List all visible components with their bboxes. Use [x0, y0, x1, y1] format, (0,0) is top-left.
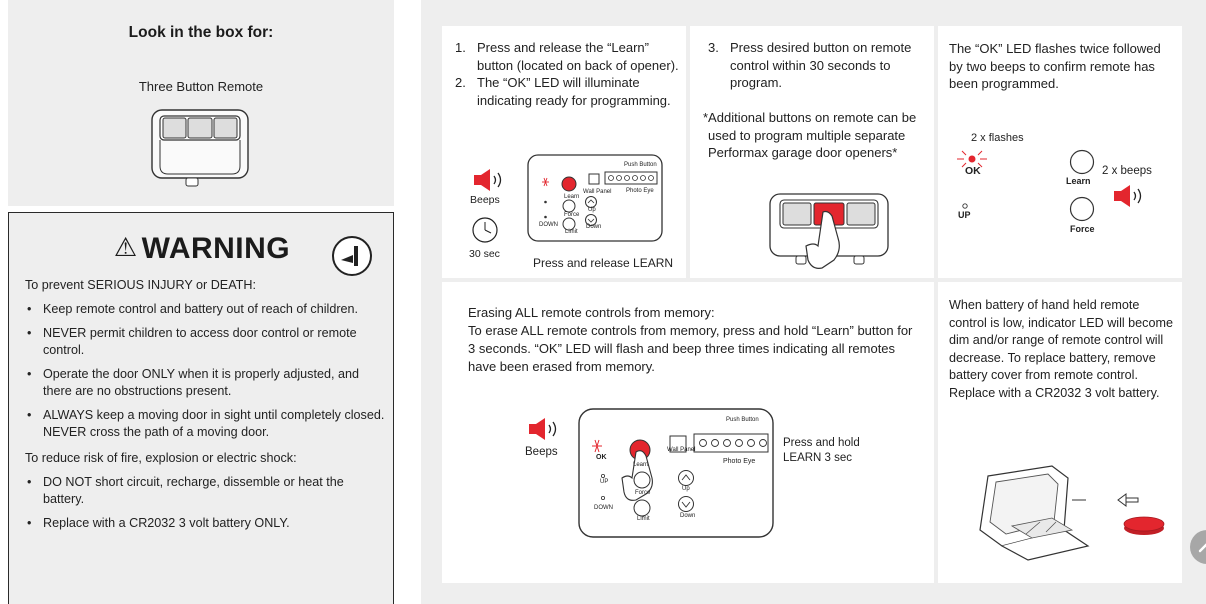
- warning-intro-injury: To prevent SERIOUS INJURY or DEATH:: [25, 278, 256, 292]
- up-led-icon: [962, 203, 968, 209]
- warning-list-fire: DO NOT short circuit, recharge, dissembl…: [25, 474, 385, 532]
- list-item: Operate the door ONLY when it is properl…: [25, 366, 385, 400]
- force-button-icon: [1069, 196, 1095, 222]
- beeps-label: 2 x beeps: [1102, 165, 1152, 177]
- speaker-icon: [474, 169, 502, 191]
- list-item: Replace with a CR2032 3 volt battery ONL…: [25, 515, 385, 532]
- step-1: 1. Press and release the “Learn” button (…: [455, 39, 680, 74]
- list-item: Keep remote control and battery out of r…: [25, 301, 385, 318]
- step-1-caption: Press and release LEARN: [533, 256, 674, 270]
- board-photo-eye-label: Photo Eye: [626, 188, 654, 194]
- erase-caption-line2: LEARN 3 sec: [783, 452, 853, 464]
- step-text: The “OK” LED will illuminate indicating …: [477, 75, 671, 108]
- left-column: Look in the box for: Three Button Remote…: [8, 0, 394, 604]
- board-learn-label: Learn: [633, 462, 649, 468]
- board-force-label: Force: [635, 490, 651, 496]
- list-item: NEVER permit children to access door con…: [25, 325, 385, 359]
- battery-text: When battery of hand held remote control…: [949, 298, 1173, 400]
- list-item: ALWAYS keep a moving door in sight until…: [25, 407, 385, 441]
- box-subtitle: Three Button Remote: [138, 79, 264, 94]
- board-ok-label: OK: [596, 454, 607, 461]
- up-label: UP: [958, 210, 971, 220]
- timer-label: 30 sec: [469, 248, 500, 260]
- step-text: Press and release the “Learn” button (lo…: [477, 40, 679, 73]
- board-wall-panel-label: Wall Panel: [667, 447, 696, 453]
- board-up-led-label: UP: [600, 479, 609, 485]
- erase-title: Erasing ALL remote controls from memory:: [468, 305, 715, 320]
- battery-replacement-image: [979, 465, 1165, 561]
- board-wall-panel-label: Wall Panel: [583, 189, 612, 195]
- speaker-icon: [529, 418, 557, 440]
- step-number: 3.: [708, 40, 719, 55]
- warning-panel: ⚠ WARNING To prevent SERIOUS INJURY or DE…: [8, 212, 394, 604]
- box-title: Look in the box for:: [128, 24, 274, 41]
- beeps-label: Beeps: [470, 194, 500, 206]
- door-icon: [332, 236, 372, 276]
- step-list: 1. Press and release the “Learn” button (…: [455, 39, 680, 109]
- battery-cell: When battery of hand held remote control…: [938, 282, 1182, 583]
- step-2: 2. The “OK” LED will illuminate indicatin…: [455, 74, 680, 109]
- board-limit-label: Limit: [637, 516, 650, 522]
- timer-icon: [472, 217, 498, 243]
- board-limit-label: Limit: [565, 229, 578, 235]
- warning-intro-fire: To reduce risk of fire, explosion or ele…: [25, 451, 297, 465]
- step-text: Press desired button on remote control w…: [730, 40, 912, 90]
- step-3-cell: 3. Press desired button on remote control…: [690, 26, 934, 278]
- board-photo-eye-label: Photo Eye: [723, 458, 756, 465]
- board-up-label: Up: [588, 207, 596, 213]
- board-push-button-label: Push Button: [726, 417, 759, 423]
- board-down-label: Down: [586, 224, 602, 230]
- board-learn-label: Learn: [564, 194, 580, 200]
- confirm-cell: The “OK” LED flashes twice followed by t…: [938, 26, 1182, 278]
- step-number: 1.: [455, 40, 466, 55]
- step-number: 2.: [455, 75, 466, 90]
- flashes-label: 2 x flashes: [971, 132, 1024, 144]
- step-1-2-cell: 1. Press and release the “Learn” button (…: [442, 26, 686, 278]
- board-force-label: Force: [564, 212, 580, 218]
- box-contents-panel: Look in the box for: Three Button Remote: [8, 0, 394, 206]
- board-down-led-label: DOWN: [594, 505, 613, 511]
- erase-instructions: Erasing ALL remote controls from memory:…: [468, 304, 918, 376]
- beeps-label: Beeps: [525, 446, 558, 458]
- board-up-label: Up: [682, 486, 690, 492]
- scroll-up-button[interactable]: [1190, 530, 1206, 564]
- ok-label: OK: [965, 165, 981, 177]
- instructions-panel: 1. Press and release the “Learn” button (…: [421, 0, 1206, 604]
- warning-list-injury: Keep remote control and battery out of r…: [25, 301, 385, 441]
- warning-text: To prevent SERIOUS INJURY or DEATH: Keep…: [25, 277, 385, 541]
- erase-text: To erase ALL remote controls from memory…: [468, 323, 913, 374]
- erase-caption-line1: Press and hold: [783, 437, 860, 449]
- step-3: 3. Press desired button on remote control…: [708, 39, 933, 92]
- chevron-up-icon: [1198, 543, 1206, 553]
- remote-button-press-image: [769, 193, 889, 269]
- step-3-item: 3. Press desired button on remote control…: [708, 39, 933, 92]
- three-button-remote-image: [151, 109, 249, 187]
- learn-label: Learn: [1066, 176, 1091, 186]
- confirm-text: The “OK” LED flashes twice followed by t…: [949, 41, 1161, 91]
- warning-triangle-icon: ⚠: [113, 232, 138, 262]
- opener-control-board: [578, 408, 774, 538]
- board-push-button-label: Push Button: [624, 162, 657, 168]
- warning-title-text: WARNING: [141, 232, 291, 265]
- speaker-icon: [1114, 185, 1142, 207]
- board-down-label: Down: [680, 513, 696, 519]
- additional-buttons-note: *Additional buttons on remote can be use…: [703, 110, 917, 160]
- list-item: DO NOT short circuit, recharge, dissembl…: [25, 474, 385, 508]
- learn-button-icon: [1069, 149, 1095, 175]
- force-label: Force: [1070, 224, 1095, 234]
- erase-cell: Erasing ALL remote controls from memory:…: [442, 282, 934, 583]
- board-down-led-label: DOWN: [539, 222, 558, 228]
